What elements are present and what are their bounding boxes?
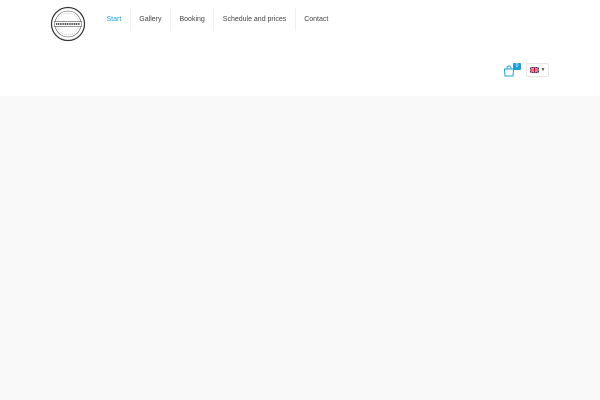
- nav-item-contact[interactable]: Contact: [296, 8, 337, 31]
- nav-item-gallery[interactable]: Gallery: [131, 8, 171, 31]
- nav-item-booking[interactable]: Booking: [171, 8, 215, 31]
- main-content-area: [0, 96, 600, 400]
- main-navigation: Start Gallery Booking Schedule and price…: [98, 8, 337, 31]
- uk-flag-icon: [529, 67, 539, 73]
- site-logo[interactable]: [50, 6, 86, 42]
- nav-item-start[interactable]: Start: [98, 8, 131, 31]
- cart-button[interactable]: 0: [503, 63, 521, 77]
- language-switcher[interactable]: ▼: [526, 63, 549, 77]
- site-header: Start Gallery Booking Schedule and price…: [0, 0, 600, 96]
- nav-item-schedule-and-prices[interactable]: Schedule and prices: [214, 8, 296, 31]
- cart-count-badge: 0: [513, 63, 521, 70]
- chevron-down-icon: ▼: [540, 66, 546, 73]
- circular-stamp-logo-icon: [50, 6, 86, 42]
